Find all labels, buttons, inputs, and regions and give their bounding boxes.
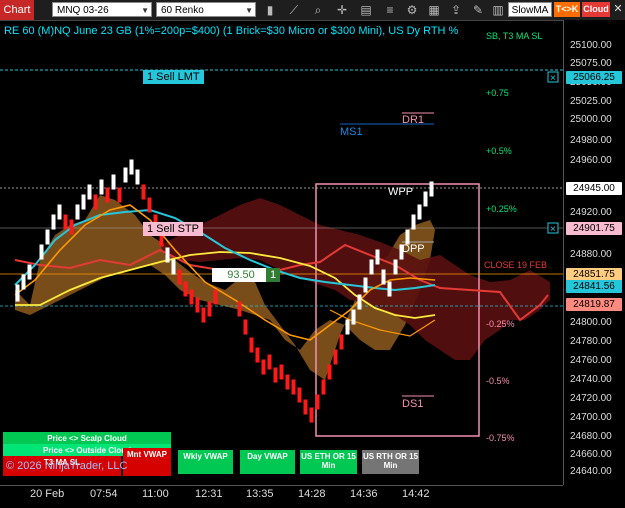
pct-label: -0.25% [486, 319, 515, 329]
chart-toolbar: Chart MNQ 03-26 ▼ 60 Renko ▼ ▮ ⟋ ⌕ ✛ ▤ ≡… [0, 0, 625, 21]
dom-icon[interactable]: ▥ [490, 2, 506, 18]
wpp-label: WPP [388, 186, 414, 198]
price-tick: 24760.00 [570, 355, 612, 366]
time-tick: 14:28 [298, 488, 326, 500]
copyright-text: © 2026 NinjaTrader, LLC [6, 460, 128, 472]
dpp-label: DPP [402, 243, 425, 255]
pct-label: +0.75 [486, 88, 509, 98]
time-tick: 13:35 [246, 488, 274, 500]
chevron-down-icon: ▼ [141, 6, 149, 15]
price-tick: 25025.00 [570, 96, 612, 107]
price-tick: 24980.00 [570, 135, 612, 146]
time-tick: 12:31 [195, 488, 223, 500]
crosshair-icon[interactable]: ✛ [334, 2, 350, 18]
time-tick: 11:00 [142, 488, 169, 500]
zoom-icon[interactable]: ⌕ [310, 2, 326, 18]
price-chart[interactable]: × × [0, 20, 625, 485]
time-tick: 20 Feb [30, 488, 65, 500]
period-value: 60 Renko [161, 5, 204, 16]
ruler-icon[interactable]: ⟋ [286, 2, 302, 18]
last-price-tag: 24945.00 [566, 182, 622, 195]
cloud-toggle-button[interactable]: Cloud [582, 2, 610, 17]
time-tick: 14:42 [402, 488, 430, 500]
position-quantity[interactable]: 1 [266, 268, 281, 282]
price-tick: 24640.00 [570, 466, 612, 477]
price-tick: 24920.00 [570, 207, 612, 218]
period-selector[interactable]: 60 Renko ▼ [156, 2, 256, 17]
instrument-selector[interactable]: MNQ 03-26 ▼ [52, 2, 152, 17]
price-tick: 25100.00 [570, 40, 612, 51]
sell-lmt-order[interactable]: 1 Sell LMT [143, 70, 204, 84]
chart-title: RE 60 (M)NQ June 23 GB (1%=200p=$400) (1… [4, 25, 459, 37]
price-tick: 24880.00 [570, 249, 612, 260]
instrument-value: MNQ 03-26 [57, 5, 109, 16]
chart-title-right: SB, T3 MA SL [486, 31, 543, 41]
day-vwap-button[interactable]: Day VWAP [240, 450, 295, 474]
sell-lmt-price-tag: 25066.25 [566, 71, 622, 84]
price-tick: 24960.00 [570, 155, 612, 166]
strategies-icon[interactable]: ⚙ [404, 2, 420, 18]
pencil-icon[interactable]: ✎ [470, 2, 486, 18]
scalp-cloud-button[interactable]: Price <> Scalp Cloud [3, 432, 171, 444]
svg-text:×: × [550, 73, 556, 84]
time-tick: 07:54 [90, 488, 118, 500]
close-19-feb-label: CLOSE 19 FEB [484, 260, 548, 270]
price-tick: 24780.00 [570, 336, 612, 347]
us-rth-or-button[interactable]: US RTH OR 15 Min [362, 450, 419, 474]
ds1-label: DS1 [402, 398, 424, 410]
svg-text:×: × [550, 224, 556, 235]
time-axis-line [0, 485, 563, 486]
sell-stp-price-tag: 24901.75 [566, 222, 622, 235]
price-tick: 24680.00 [570, 431, 612, 442]
position-price[interactable]: 93.50 [212, 268, 270, 282]
close-icon[interactable]: ✕ [612, 2, 624, 17]
wkly-vwap-button[interactable]: Wkly VWAP [178, 450, 233, 474]
share-icon[interactable]: ⇪ [448, 2, 464, 18]
dr1-label: DR1 [402, 114, 425, 126]
slowma-button[interactable]: SlowMA [508, 2, 552, 17]
price-tick: 24740.00 [570, 374, 612, 385]
properties-icon[interactable]: ≡ [382, 2, 398, 18]
chart-menu-button[interactable]: Chart [0, 0, 34, 20]
vwap-price-tag: 24841.56 [566, 280, 622, 293]
pct-label: +0.25% [486, 204, 517, 214]
sell-stp-order[interactable]: 1 Sell STP [143, 222, 203, 236]
price-tick: 24700.00 [570, 412, 612, 423]
tc-toggle-button[interactable]: T<>K [554, 2, 580, 17]
price-tick: 25075.00 [570, 58, 612, 69]
other-price-tag: 24819.87 [566, 298, 622, 311]
template-icon[interactable]: ▦ [426, 2, 442, 18]
bars-icon[interactable]: ▮ [262, 2, 278, 18]
ms1-label: MS1 [340, 126, 363, 138]
pct-label: +0.5% [486, 146, 512, 156]
pct-label: -0.5% [486, 376, 510, 386]
time-tick: 14:36 [350, 488, 378, 500]
price-tick: 24800.00 [570, 317, 612, 328]
pct-label: -0.75% [486, 433, 515, 443]
chevron-down-icon: ▼ [245, 6, 253, 15]
us-eth-or-button[interactable]: US ETH OR 15 Min [300, 450, 357, 474]
price-tick: 25000.00 [570, 114, 612, 125]
data-box-icon[interactable]: ▤ [358, 2, 374, 18]
price-tick: 24720.00 [570, 393, 612, 404]
mnt-vwap-button[interactable]: Mnt VWAP [123, 448, 171, 476]
price-tick: 24660.00 [570, 449, 612, 460]
